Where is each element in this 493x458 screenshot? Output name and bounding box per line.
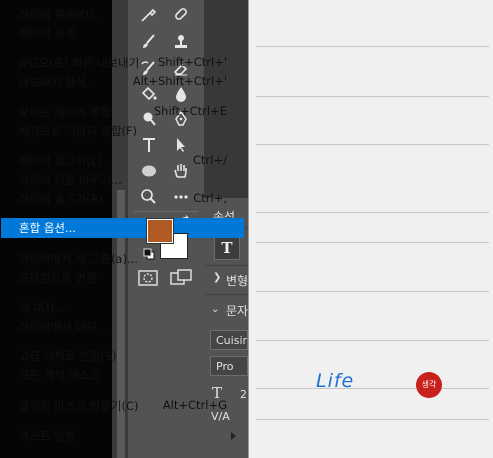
menu-separator	[256, 242, 489, 243]
menu-item-hide-layers[interactable]: 레이어 숨기기(R) Ctrl+,	[1, 189, 244, 209]
context-menu	[248, 0, 493, 458]
menu-item-lock-layers[interactable]: 레이어 잠그기(L)... Ctrl+/	[1, 151, 244, 171]
menu-separator	[256, 419, 489, 420]
menu-item-create-clipping-mask[interactable]: 클리핑 마스크 만들기(C) Alt+Ctrl+G	[1, 396, 244, 416]
menu-item-new-artboard[interactable]: 새 대지...	[1, 298, 244, 318]
foreground-color-swatch[interactable]	[147, 219, 173, 243]
menu-item-mask-all-objects[interactable]: 모든 개체 마스크	[1, 365, 244, 385]
menu-separator	[256, 340, 489, 341]
menu-separator	[256, 144, 489, 145]
watermark-text: Life	[316, 370, 355, 392]
menu-item-group-from-layers[interactable]: 레이어에서 새 그룹(a)...	[1, 249, 244, 269]
menu-item-artboard-from-layers[interactable]: 레이어에서 대지...	[1, 317, 244, 337]
menu-item-blending-options[interactable]: 혼합 옵션...	[1, 218, 244, 238]
menu-separator	[256, 212, 489, 213]
panel-divider	[204, 294, 248, 295]
menu-separator	[256, 291, 489, 292]
menu-separator	[256, 388, 489, 389]
menu-item-rename-layer[interactable]: 레이어 이름 바꾸기...	[1, 170, 244, 190]
menu-item-text-orientation[interactable]: 텍스트 방향	[1, 426, 244, 446]
menu-item-delete-layer[interactable]: 레이어 삭제	[1, 23, 244, 43]
menu-item-merge-visible[interactable]: 보이는 레이어 병합 Shift+Ctrl+E	[1, 102, 244, 122]
menu-item-convert-to-frame[interactable]: 프레임으로 변환	[1, 268, 244, 288]
menu-separator	[256, 96, 489, 97]
menu-item-duplicate-layer[interactable]: 레이어 복제(D)...	[1, 5, 244, 25]
menu-item-export-as[interactable]: 내보내기 형식... Alt+Shift+Ctrl+'	[1, 72, 244, 92]
menu-item-quick-export-jpg[interactable]: JPG으(로) 빠른 내보내기 Shift+Ctrl+'	[1, 53, 244, 73]
menu-item-convert-smart-object[interactable]: 고급 개체로 변환(S)	[1, 346, 244, 366]
menu-separator	[256, 46, 489, 47]
menu-item-flatten-image[interactable]: 배경으로 이미지 병합(F)	[1, 121, 244, 141]
toolbar-divider	[134, 211, 198, 212]
watermark-seal: 생각	[416, 372, 442, 398]
submenu-arrow-icon	[231, 432, 236, 440]
